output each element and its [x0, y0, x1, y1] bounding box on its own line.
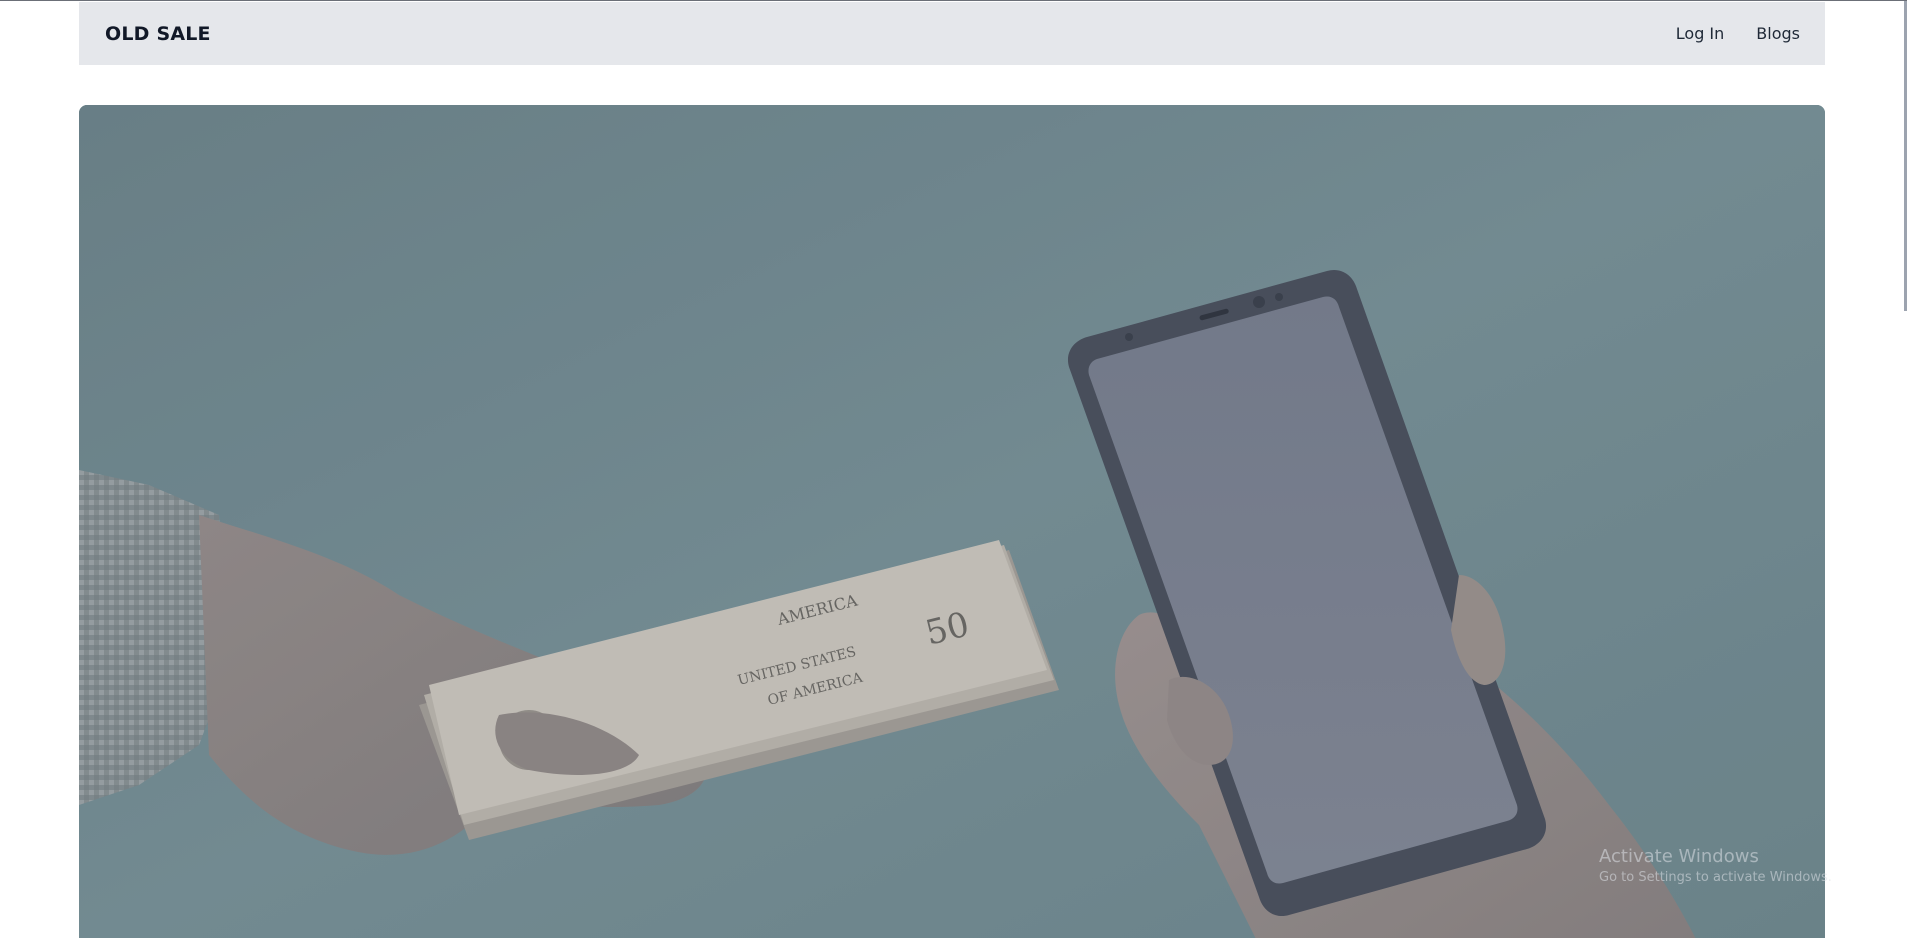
page: OLD SALE Log In Blogs AMERICA UNITED STA… [0, 0, 1907, 938]
blogs-link[interactable]: Blogs [1756, 24, 1800, 43]
login-link[interactable]: Log In [1676, 24, 1725, 43]
navbar: OLD SALE Log In Blogs [79, 2, 1825, 65]
hero-image: AMERICA UNITED STATES OF AMERICA 50 [79, 105, 1825, 938]
hero-banner: AMERICA UNITED STATES OF AMERICA 50 [79, 105, 1825, 938]
brand-logo[interactable]: OLD SALE [105, 23, 211, 45]
nav-links: Log In Blogs [1676, 24, 1800, 43]
